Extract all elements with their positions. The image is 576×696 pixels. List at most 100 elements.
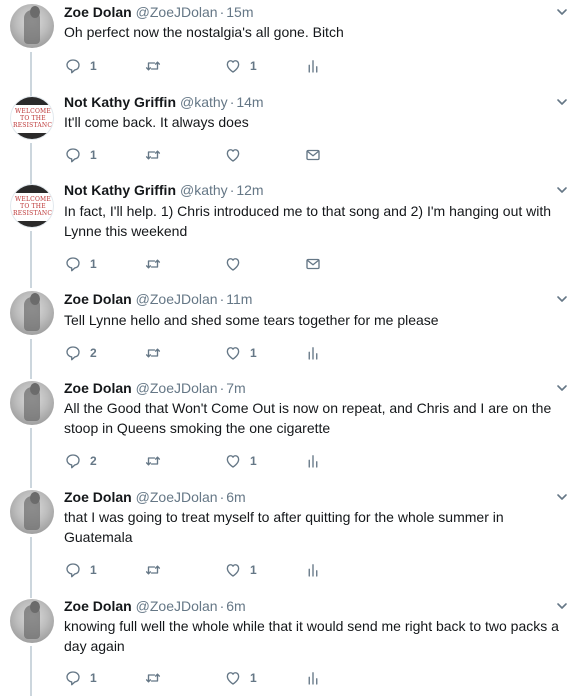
chevron-down-icon[interactable] — [556, 382, 568, 394]
reply-count: 2 — [90, 454, 97, 468]
tweet-timestamp[interactable]: 15m — [226, 4, 253, 20]
tweet-text: It'll come back. It always does — [64, 114, 249, 130]
direct-message-button[interactable] — [304, 145, 322, 165]
retweet-button[interactable] — [144, 560, 162, 580]
tweet-header: Not Kathy Griffin @kathy · 14m — [64, 92, 264, 112]
tweet-timestamp[interactable]: 6m — [226, 489, 245, 505]
author-handle[interactable]: @ZoeJDolan — [136, 291, 218, 307]
tweet-timestamp[interactable]: 7m — [226, 380, 245, 396]
tweet-header: Zoe Dolan @ZoeJDolan · 15m — [64, 2, 254, 22]
chevron-down-icon[interactable] — [556, 293, 568, 305]
chevron-down-icon[interactable] — [556, 96, 568, 108]
tweet-header: Zoe Dolan @ZoeJDolan · 11m — [64, 289, 252, 309]
author-handle[interactable]: @ZoeJDolan — [136, 489, 218, 505]
tweet-actions: 1 — [64, 145, 364, 165]
retweet-icon — [144, 669, 162, 687]
reply-icon — [64, 561, 82, 579]
reply-icon — [64, 669, 82, 687]
tweet-header: Zoe Dolan @ZoeJDolan · 6m — [64, 487, 246, 507]
tweet-timestamp[interactable]: 12m — [236, 182, 263, 198]
author-name[interactable]: Not Kathy Griffin — [64, 182, 176, 198]
retweet-button[interactable] — [144, 343, 162, 363]
retweet-button[interactable] — [144, 145, 162, 165]
like-button[interactable] — [224, 254, 250, 274]
reply-button[interactable]: 1 — [64, 254, 97, 274]
tweet-timestamp[interactable]: 14m — [236, 94, 263, 110]
analytics-icon — [304, 669, 322, 687]
tweet-actions: 21 — [64, 343, 364, 363]
reply-button[interactable]: 2 — [64, 451, 97, 471]
analytics-button[interactable] — [304, 56, 322, 76]
reply-button[interactable]: 1 — [64, 668, 97, 688]
analytics-button[interactable] — [304, 451, 322, 471]
avatar[interactable] — [10, 490, 54, 534]
retweet-button[interactable] — [144, 56, 162, 76]
author-name[interactable]: Zoe Dolan — [64, 4, 132, 20]
author-handle[interactable]: @kathy — [180, 182, 228, 198]
chevron-down-icon[interactable] — [556, 6, 568, 18]
thread-connector-line — [30, 428, 32, 488]
reply-count: 2 — [90, 346, 97, 360]
reply-count: 1 — [90, 59, 97, 73]
retweet-button[interactable] — [144, 668, 162, 688]
tweet-text: that I was going to treat myself to afte… — [64, 509, 504, 545]
tweet-text: knowing full well the whole while that i… — [64, 618, 559, 654]
reply-button[interactable]: 1 — [64, 145, 97, 165]
chevron-down-icon[interactable] — [556, 491, 568, 503]
avatar[interactable] — [10, 291, 54, 335]
like-button[interactable]: 1 — [224, 560, 257, 580]
retweet-button[interactable] — [144, 451, 162, 471]
tweet-text: In fact, I'll help. 1) Chris introduced … — [64, 203, 552, 239]
tweet-actions: 11 — [64, 56, 364, 76]
avatar[interactable] — [10, 4, 54, 48]
direct-message-button[interactable] — [304, 254, 322, 274]
tweet-timestamp[interactable]: 6m — [226, 598, 245, 614]
retweet-button[interactable] — [144, 254, 162, 274]
tweet-actions: 1 — [64, 254, 364, 274]
tweet-actions: 21 — [64, 451, 364, 471]
heart-icon — [224, 344, 242, 362]
author-name[interactable]: Zoe Dolan — [64, 291, 132, 307]
analytics-icon — [304, 452, 322, 470]
author-handle[interactable]: @ZoeJDolan — [136, 4, 218, 20]
author-name[interactable]: Not Kathy Griffin — [64, 94, 176, 110]
heart-icon — [224, 669, 242, 687]
thread-connector-line — [30, 52, 32, 98]
avatar[interactable] — [10, 599, 54, 643]
like-count: 1 — [250, 454, 257, 468]
author-handle[interactable]: @ZoeJDolan — [136, 380, 218, 396]
separator-dot: · — [219, 380, 225, 396]
reply-button[interactable]: 2 — [64, 343, 97, 363]
author-name[interactable]: Zoe Dolan — [64, 380, 132, 396]
avatar[interactable] — [10, 381, 54, 425]
analytics-button[interactable] — [304, 560, 322, 580]
author-handle[interactable]: @kathy — [180, 94, 228, 110]
like-button[interactable]: 1 — [224, 343, 257, 363]
retweet-icon — [144, 57, 162, 75]
reply-icon — [64, 255, 82, 273]
thread-connector-line — [30, 537, 32, 598]
reply-button[interactable]: 1 — [64, 56, 97, 76]
analytics-button[interactable] — [304, 668, 322, 688]
avatar[interactable]: WELCOME TO THE RESISTANCE — [10, 96, 54, 140]
avatar[interactable]: WELCOME TO THE RESISTANCE — [10, 184, 54, 228]
reply-count: 1 — [90, 563, 97, 577]
like-button[interactable]: 1 — [224, 451, 257, 471]
chevron-down-icon[interactable] — [556, 184, 568, 196]
author-name[interactable]: Zoe Dolan — [64, 489, 132, 505]
chevron-down-icon[interactable] — [556, 600, 568, 612]
tweet-timestamp[interactable]: 11m — [226, 291, 252, 307]
author-handle[interactable]: @ZoeJDolan — [136, 598, 218, 614]
tweet-actions: 11 — [64, 560, 364, 580]
heart-icon — [224, 146, 242, 164]
reply-button[interactable]: 1 — [64, 560, 97, 580]
like-count: 1 — [250, 671, 257, 685]
heart-icon — [224, 255, 242, 273]
tweet-text: All the Good that Won't Come Out is now … — [64, 400, 552, 436]
like-button[interactable]: 1 — [224, 668, 257, 688]
message-icon — [304, 146, 322, 164]
like-button[interactable] — [224, 145, 250, 165]
like-button[interactable]: 1 — [224, 56, 257, 76]
analytics-button[interactable] — [304, 343, 322, 363]
author-name[interactable]: Zoe Dolan — [64, 598, 132, 614]
